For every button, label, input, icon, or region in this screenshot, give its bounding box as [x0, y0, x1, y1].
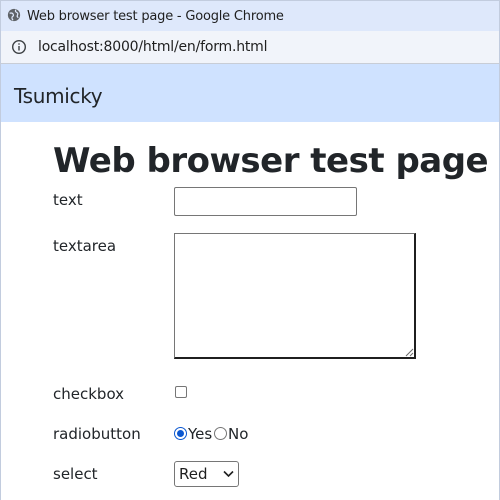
- window-title: Web browser test page - Google Chrome: [27, 8, 284, 24]
- window-titlebar: Web browser test page - Google Chrome: [0, 0, 500, 31]
- radiobutton-label: radiobutton: [53, 425, 141, 443]
- radio-no-label[interactable]: No: [228, 425, 248, 443]
- checkbox-input[interactable]: [175, 386, 187, 398]
- checkbox-label: checkbox: [53, 385, 125, 403]
- navbar-brand-link[interactable]: Tsumicky: [14, 84, 103, 108]
- page-title: Web browser test page: [53, 141, 489, 181]
- radio-no[interactable]: [214, 427, 227, 440]
- text-field-label: text: [53, 191, 83, 209]
- select-value: Red: [179, 465, 208, 483]
- text-input[interactable]: [174, 187, 357, 216]
- chevron-down-icon: [223, 470, 234, 478]
- color-select[interactable]: Red: [174, 461, 239, 487]
- page-content: Web browser test page text textarea chec…: [0, 122, 500, 500]
- url-text[interactable]: localhost:8000/html/en/form.html: [38, 39, 267, 55]
- radio-yes[interactable]: [174, 427, 187, 440]
- resize-grip-icon[interactable]: [405, 348, 414, 357]
- address-bar[interactable]: localhost:8000/html/en/form.html: [0, 31, 500, 64]
- textarea-input[interactable]: [174, 233, 416, 359]
- select-label: select: [53, 465, 98, 483]
- globe-icon: [7, 8, 21, 22]
- info-icon[interactable]: [11, 39, 27, 55]
- radio-yes-label[interactable]: Yes: [188, 425, 212, 443]
- site-navbar: Tsumicky: [0, 64, 500, 122]
- textarea-label: textarea: [53, 237, 117, 255]
